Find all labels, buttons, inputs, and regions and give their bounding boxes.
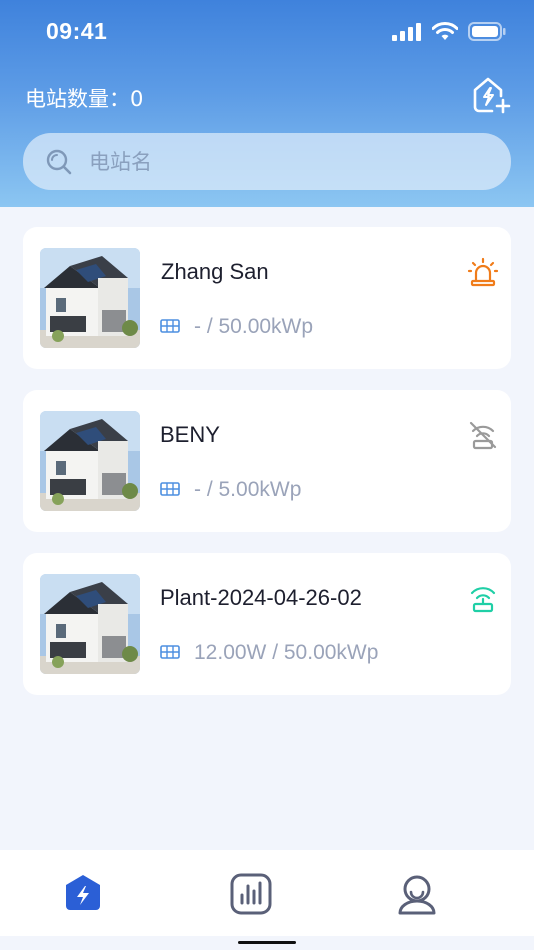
- status-icons: [392, 22, 506, 41]
- station-card[interactable]: Zhang San - / 50.00kWp: [23, 227, 511, 369]
- bar-chart-icon: [230, 873, 272, 915]
- profile-tab[interactable]: [395, 872, 439, 916]
- station-name: Plant-2024-04-26-02: [160, 585, 362, 610]
- power-row: - / 50.00kWp: [160, 315, 313, 339]
- power-row: - / 5.00kWp: [160, 478, 301, 502]
- statistics-tab[interactable]: [229, 872, 273, 916]
- station-card[interactable]: Plant-2024-04-26-02 12.00W / 50.00kWp: [23, 553, 511, 695]
- bottom-tab-bar: [0, 850, 534, 936]
- power-row: 12.00W / 50.00kWp: [160, 641, 378, 665]
- station-thumbnail: [40, 248, 140, 348]
- offline-icon: [469, 421, 497, 450]
- station-name: BENY: [160, 422, 220, 447]
- status-time: 09:41: [46, 18, 108, 44]
- lightning-icon: [66, 875, 100, 910]
- solar-panel-icon: [160, 645, 180, 659]
- wifi-icon: [432, 22, 458, 40]
- signal-icon: [392, 22, 421, 41]
- station-power: - / 50.00kWp: [194, 315, 314, 338]
- add-station-button[interactable]: [470, 74, 512, 116]
- solar-panel-icon: [160, 482, 180, 496]
- home-indicator: [238, 941, 296, 944]
- station-thumbnail: [40, 574, 140, 674]
- search-bar: [23, 133, 511, 190]
- status-bar: 09:41: [0, 0, 534, 64]
- solar-panel-icon: [160, 319, 180, 333]
- station-count-label: 电站数量：0: [25, 87, 144, 111]
- search-input[interactable]: [89, 149, 469, 174]
- alarm-icon: [467, 257, 499, 287]
- online-icon: [470, 587, 496, 613]
- add-station-icon: [473, 77, 511, 114]
- station-power: 12.00W / 50.00kWp: [194, 641, 379, 664]
- station-card[interactable]: BENY - / 5.00kWp: [23, 390, 511, 532]
- station-power: - / 5.00kWp: [194, 478, 302, 501]
- station-thumbnail: [40, 411, 140, 511]
- station-name: Zhang San: [161, 259, 269, 284]
- station-list: Zhang San - / 50.00kWp BENY - / 5.00kWp …: [23, 227, 511, 716]
- battery-icon: [468, 22, 506, 41]
- search-icon: [46, 149, 72, 174]
- user-icon: [398, 875, 436, 915]
- power-station-tab[interactable]: [61, 872, 105, 916]
